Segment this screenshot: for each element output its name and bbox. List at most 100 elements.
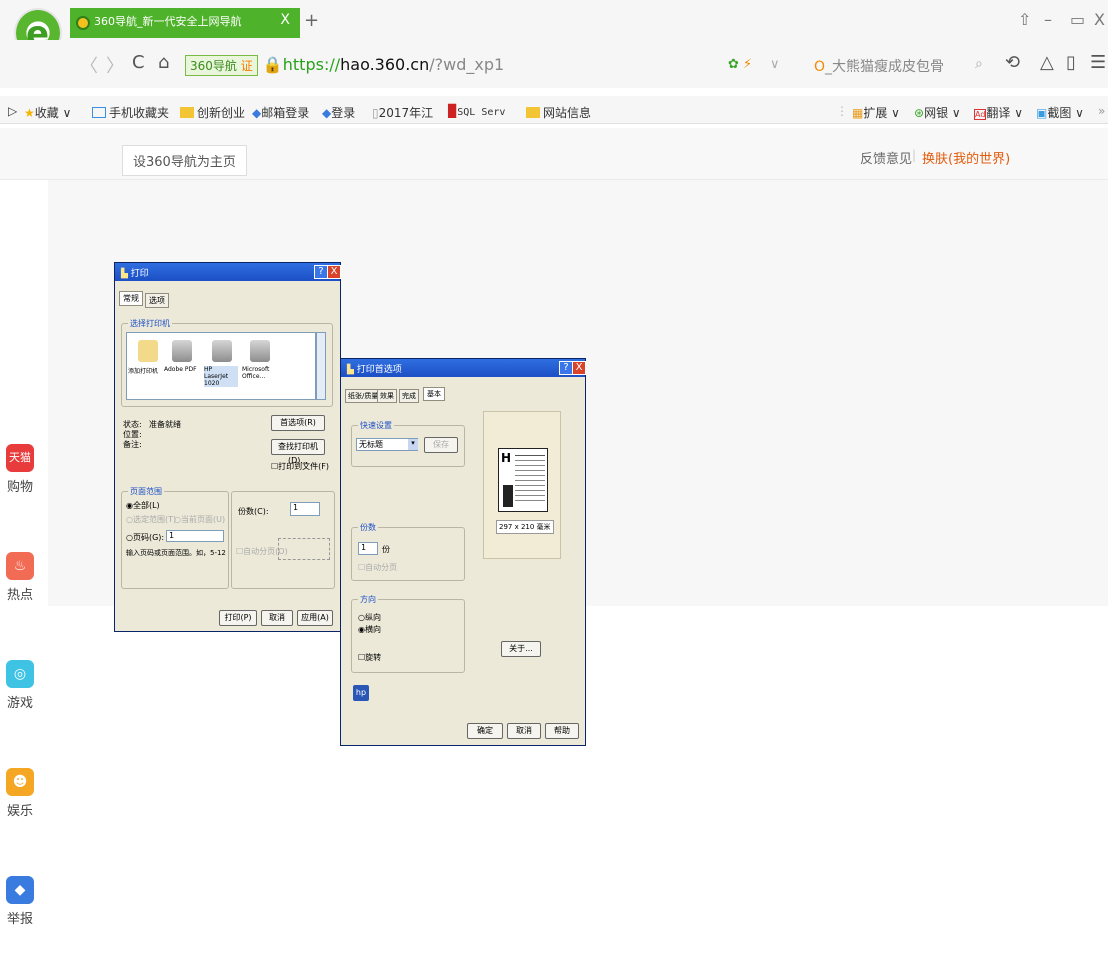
find-printer-button[interactable]: 查找打印机(D)... — [271, 439, 325, 465]
pages-radio[interactable]: ○页码(G): — [126, 532, 164, 543]
group-label: 方向 — [358, 594, 378, 605]
site-badge[interactable]: 360导航 证 — [185, 55, 258, 76]
active-tab[interactable]: 360导航_新一代安全上网导航 X — [70, 8, 300, 38]
close-window-button[interactable]: X — [1094, 10, 1105, 29]
selection-radio[interactable]: ○选定范围(T) — [126, 514, 176, 525]
tab-options[interactable]: 选项 — [145, 293, 169, 308]
tool-extensions[interactable]: ▦扩展 ∨ — [852, 104, 900, 121]
pages-input[interactable]: 1 — [166, 530, 224, 542]
url-domain: hao.360.cn — [340, 55, 430, 74]
change-skin-link[interactable]: 换肤(我的世界) — [922, 148, 1010, 167]
bookmark-2017[interactable]: ▯2017年江 — [372, 104, 433, 121]
close-icon[interactable]: X — [572, 361, 586, 375]
tab-paper-quality[interactable]: 纸张/质量 — [345, 389, 382, 403]
rail-label: 举报 — [6, 912, 33, 927]
menu-icon[interactable]: ☰ — [1090, 52, 1106, 73]
dropdown-icon[interactable]: ∨ — [770, 57, 780, 72]
rail-item-entertainment[interactable]: ☻ 娱乐 — [0, 768, 40, 819]
help-icon[interactable]: ? — [314, 265, 328, 279]
printer-icon[interactable] — [212, 340, 232, 362]
minimize-button[interactable]: – — [1044, 10, 1052, 29]
rail-item-shopping[interactable]: 天猫 购物 — [0, 444, 40, 495]
refresh-security-icon: ✿ ⚡ — [728, 57, 753, 72]
close-icon[interactable]: X — [327, 265, 341, 279]
favicon-icon — [76, 16, 90, 30]
report-icon: ◆ — [6, 876, 34, 904]
current-page-radio[interactable]: ○当前页面(U) — [174, 514, 225, 525]
help-icon[interactable]: ? — [559, 361, 573, 375]
collate-checkbox[interactable]: ☐自动分页 — [358, 562, 397, 573]
tab-general[interactable]: 常规 — [119, 291, 143, 306]
home-button[interactable]: ⌂ — [158, 52, 169, 73]
flame-icon: ♨ — [6, 552, 34, 580]
rail-item-hot[interactable]: ♨ 热点 — [0, 552, 40, 603]
copies-group: 份数(C): 1 ☐自动分页(O) — [231, 491, 335, 589]
preferences-button[interactable]: 首选项(R) — [271, 415, 325, 431]
print-to-file-checkbox[interactable]: ☐打印到文件(F) — [271, 461, 329, 472]
gamepad-icon: ◎ — [6, 660, 34, 688]
bookmark-mail-login[interactable]: ◆邮箱登录 — [252, 104, 309, 121]
rail-item-games[interactable]: ◎ 游戏 — [0, 660, 40, 711]
printer-icon[interactable] — [172, 340, 192, 362]
bookmark-innovation[interactable]: 创新创业 — [180, 104, 245, 121]
print-dialog-title: ▙ 打印 — [115, 263, 340, 281]
apply-button[interactable]: 应用(A) — [297, 610, 333, 626]
portrait-radio[interactable]: ○纵向 — [358, 612, 381, 623]
bookmark-login[interactable]: ◆登录 — [322, 104, 355, 121]
reload-button[interactable]: C — [132, 52, 145, 73]
group-label: 选择打印机 — [128, 318, 172, 329]
set-homepage-button[interactable]: 设360导航为主页 — [122, 145, 247, 176]
about-button[interactable]: 关于... — [501, 641, 541, 657]
help-button[interactable]: 帮助 — [545, 723, 579, 739]
all-radio[interactable]: ◉全部(L) — [126, 500, 160, 511]
bookmark-favorites[interactable]: ★收藏 ∨ — [24, 104, 71, 121]
cancel-button[interactable]: 取消 — [507, 723, 541, 739]
maximize-button[interactable]: ▭ — [1070, 10, 1085, 29]
rail-label: 游戏 — [6, 696, 33, 711]
tab-basic[interactable]: 基本 — [423, 387, 445, 401]
tab-finishing[interactable]: 完成 — [399, 389, 419, 403]
undo-icon[interactable]: ⟲ — [1005, 52, 1020, 73]
group-label: 份数 — [358, 522, 378, 533]
sidebar-toggle-icon[interactable]: ▷ — [8, 104, 17, 118]
tab-effects[interactable]: 效果 — [377, 389, 397, 403]
tab-title: 360导航_新一代安全上网导航 — [94, 15, 242, 28]
add-printer-icon[interactable] — [138, 340, 158, 362]
printer-icon[interactable] — [250, 340, 270, 362]
notification-icon[interactable]: △ — [1040, 52, 1054, 73]
tool-translate[interactable]: Ad翻译 ∨ — [974, 104, 1023, 121]
comment-label: 备注: — [123, 440, 142, 449]
search-icon[interactable]: ⌕ — [975, 56, 983, 72]
bookmark-mobile[interactable]: 手机收藏夹 — [92, 104, 169, 121]
status-value: 准备就绪 — [149, 420, 181, 429]
bookmark-sql[interactable]: ▉SQL Serv — [448, 104, 505, 118]
tool-screenshot[interactable]: ▣截图 ∨ — [1036, 104, 1084, 121]
tab-close-icon[interactable]: X — [280, 12, 290, 28]
copies-input[interactable]: 1 — [290, 502, 320, 516]
forward-button[interactable]: 〉 — [106, 52, 124, 78]
printer-list-scrollbar[interactable] — [316, 332, 326, 400]
rail-item-report[interactable]: ◆ 举报 — [0, 876, 40, 927]
ok-button[interactable]: 确定 — [467, 723, 503, 739]
new-tab-button[interactable]: + — [304, 10, 319, 31]
search-box[interactable]: O_大熊猫瘦成皮包骨 — [814, 56, 994, 76]
copies-input[interactable]: 1 — [358, 542, 378, 555]
print-button[interactable]: 打印(P) — [219, 610, 257, 626]
chevron-down-icon[interactable]: ▾ — [408, 439, 418, 450]
bookmark-site-info[interactable]: 网站信息 — [526, 104, 591, 121]
address-bar[interactable]: 360导航 证 🔒https://hao.360.cn/?wd_xp1 — [185, 55, 710, 81]
save-button[interactable]: 保存 — [424, 437, 458, 453]
feedback-link[interactable]: 反馈意见 — [860, 148, 912, 167]
more-tools-icon[interactable]: » — [1098, 104, 1105, 118]
cancel-button[interactable]: 取消 — [261, 610, 293, 626]
back-button[interactable]: 〈 — [80, 52, 98, 78]
restore-icon[interactable]: ⇧ — [1018, 10, 1031, 29]
landscape-radio[interactable]: ◉横向 — [358, 624, 381, 635]
url-path: /?wd_xp1 — [429, 55, 505, 74]
paper-preview-icon: H — [498, 448, 548, 512]
duck-icon: ☻ — [6, 768, 34, 796]
tool-ebank[interactable]: ⊛网银 ∨ — [914, 104, 961, 121]
sidebar-icon[interactable]: ▯ — [1066, 52, 1076, 73]
rotate-checkbox[interactable]: ☐旋转 — [358, 652, 381, 663]
group-label: 快速设置 — [358, 420, 394, 431]
